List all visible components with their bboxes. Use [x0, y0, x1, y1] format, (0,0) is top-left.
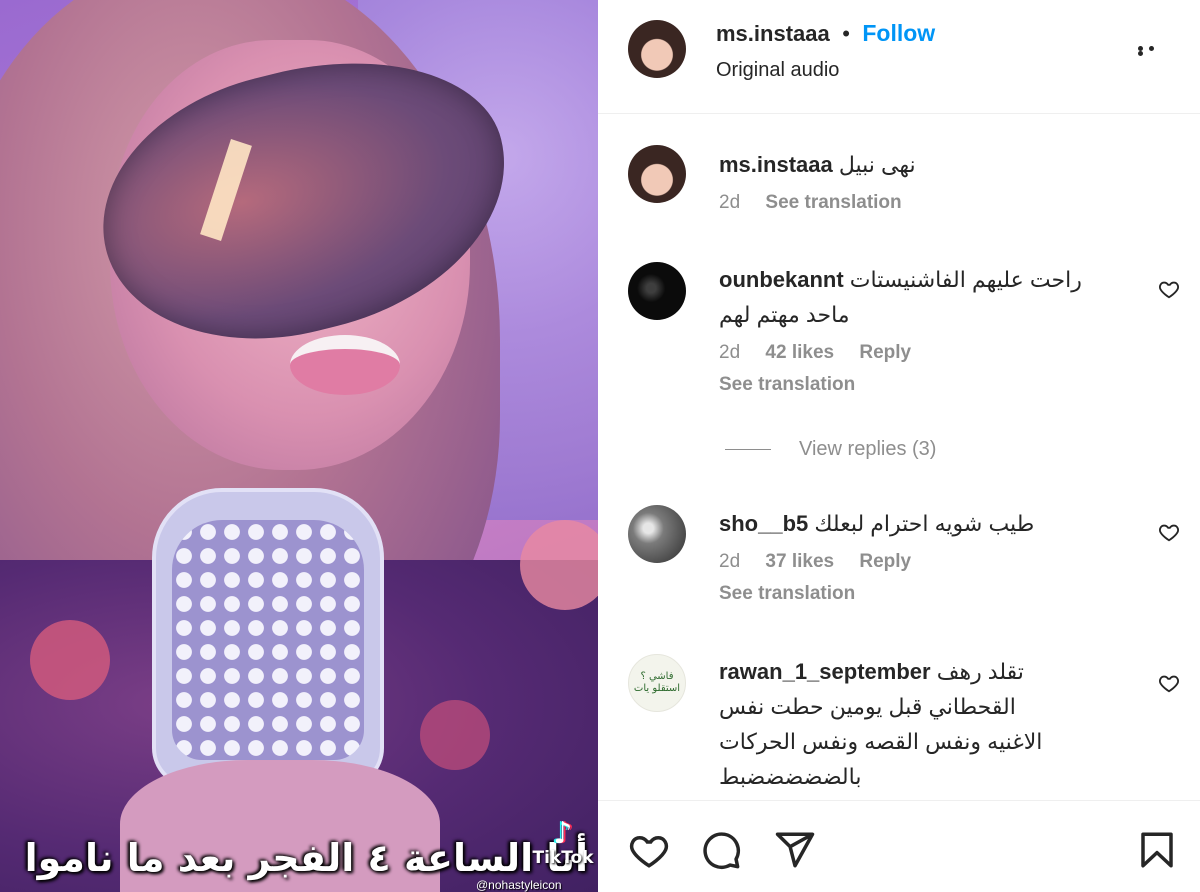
comment-icon[interactable] — [700, 829, 742, 871]
view-replies-button[interactable]: View replies (3) — [725, 438, 936, 461]
see-translation-button[interactable]: See translation — [719, 583, 1139, 605]
heart-icon[interactable] — [628, 829, 670, 871]
comment-username[interactable]: sho__b5 — [719, 511, 808, 536]
comment-line: الاغنيه ونفس القصه ونفس الحركات — [719, 729, 1043, 754]
author-avatar[interactable] — [628, 20, 686, 78]
comment-line: طيب شويه احترام لبعلك — [814, 511, 1035, 536]
comment-username[interactable]: ounbekannt — [719, 267, 844, 292]
hairbrush-grid — [172, 520, 364, 760]
post-sidebar: ms.instaaa • Follow Original audio ms.in… — [598, 0, 1200, 892]
comment-text: ms.instaaa نهى نبيل — [719, 147, 1139, 182]
comment-meta: 2d 37 likes Reply — [719, 551, 1139, 573]
comment-username[interactable]: ms.instaaa — [719, 152, 833, 177]
comment-body: ms.instaaa نهى نبيل 2d See translation — [719, 147, 1139, 214]
shirt-flower — [420, 700, 490, 770]
reply-button[interactable]: Reply — [859, 551, 911, 572]
bookmark-icon[interactable] — [1136, 829, 1178, 871]
post-media[interactable]: أنا الساعة ٤ الفجر بعد ما ناموا ♪ TikTok… — [0, 0, 598, 892]
author-username[interactable]: ms.instaaa — [716, 21, 830, 46]
reply-button[interactable]: Reply — [859, 342, 911, 363]
mouth — [290, 335, 400, 395]
comment-username[interactable]: rawan_1_september — [719, 659, 931, 684]
comment-text: ounbekannt راحت عليهم الفاشنيستات ماحد م… — [719, 262, 1139, 332]
comment-meta: 2d 42 likes Reply — [719, 342, 1139, 364]
author-info: ms.instaaa • Follow — [716, 20, 935, 47]
like-comment-icon[interactable] — [1158, 521, 1180, 543]
comment-meta: 2d See translation — [719, 192, 1139, 214]
commenter-avatar[interactable] — [628, 145, 686, 203]
video-caption: أنا الساعة ٤ الفجر بعد ما ناموا — [24, 836, 588, 880]
more-options-icon[interactable] — [1138, 46, 1168, 56]
comment-line: نهى نبيل — [838, 152, 916, 177]
post-actions — [598, 800, 1200, 892]
comment-body: rawan_1_september تقلد رهف القحطاني قبل … — [719, 654, 1139, 794]
post-header: ms.instaaa • Follow Original audio — [598, 0, 1200, 114]
tiktok-label: TikTok — [532, 848, 594, 868]
comment-likes[interactable]: 37 likes — [765, 551, 834, 572]
tiktok-note-icon: ♪ — [553, 816, 573, 851]
follow-button[interactable]: Follow — [862, 20, 935, 46]
audio-label[interactable]: Original audio — [716, 59, 839, 82]
comment-time[interactable]: 2d — [719, 192, 740, 213]
tiktok-handle: @nohastyleicon — [476, 878, 562, 892]
shirt-flower — [30, 620, 110, 700]
comment-text: rawan_1_september تقلد رهف القحطاني قبل … — [719, 654, 1139, 794]
comment-time[interactable]: 2d — [719, 342, 740, 363]
comment-line: القحطاني قبل يومين حطت نفس — [719, 694, 1016, 719]
replies-divider — [725, 449, 771, 450]
comment-likes[interactable]: 42 likes — [765, 342, 834, 363]
comment-line: ماحد مهتم لهم — [719, 302, 850, 327]
tiktok-watermark: ♪ TikTok — [528, 816, 598, 869]
see-translation-button[interactable]: See translation — [719, 374, 1139, 396]
comment-body: ounbekannt راحت عليهم الفاشنيستات ماحد م… — [719, 262, 1139, 396]
like-comment-icon[interactable] — [1158, 672, 1180, 694]
view-replies-label: View replies (3) — [799, 438, 937, 460]
commenter-avatar[interactable] — [628, 505, 686, 563]
avatar-badge-text: فاشي ؟ استقلو يات — [633, 671, 681, 694]
commenter-avatar[interactable]: فاشي ؟ استقلو يات — [628, 654, 686, 712]
like-comment-icon[interactable] — [1158, 278, 1180, 300]
share-icon[interactable] — [774, 829, 816, 871]
comment-text: sho__b5 طيب شويه احترام لبعلك — [719, 506, 1139, 541]
comment-line: تقلد رهف — [936, 659, 1024, 684]
commenter-avatar[interactable] — [628, 262, 686, 320]
comment-body: sho__b5 طيب شويه احترام لبعلك 2d 37 like… — [719, 506, 1139, 605]
comment-time[interactable]: 2d — [719, 551, 740, 572]
see-translation-button[interactable]: See translation — [765, 192, 901, 213]
comment-line: بالضضضضضبط — [719, 764, 862, 789]
comment-line: راحت عليهم الفاشنيستات — [849, 267, 1082, 292]
separator-dot: • — [842, 21, 850, 46]
